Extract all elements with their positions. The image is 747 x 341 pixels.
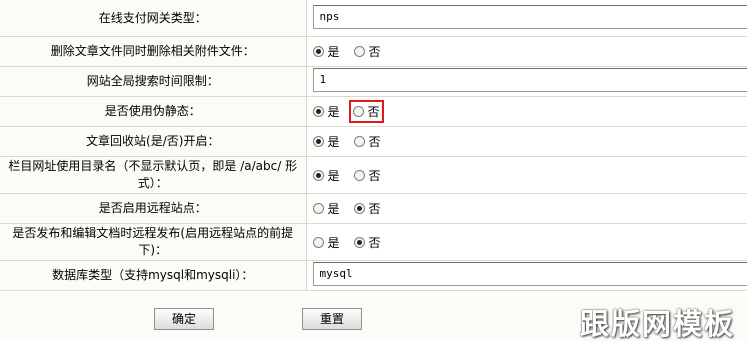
radio-button[interactable]	[352, 106, 364, 117]
remote-publish-no-option[interactable]: 否	[353, 234, 381, 251]
settings-row-search-time-limit: 网站全局搜索时间限制： 1	[0, 66, 747, 97]
pseudo-static-yes-option[interactable]: 是	[312, 103, 340, 120]
delete-attachments-no-option[interactable]: 否	[353, 43, 381, 60]
settings-row-remote-publish: 是否发布和编辑文档时远程发布(启用远程站点的前提下)： 是 否	[0, 223, 747, 261]
settings-page: 在线支付网关类型： nps 删除文章文件同时删除相关附件文件： 是 否 网站全局…	[0, 0, 747, 341]
radio-button[interactable]	[353, 236, 365, 248]
confirm-button[interactable]: 确定	[154, 308, 214, 330]
settings-row-payment-gateway: 在线支付网关类型： nps	[0, 0, 747, 37]
settings-row-database-type: 数据库类型（支持mysql和mysqli）： mysql	[0, 260, 747, 291]
remote-publish-yes-option[interactable]: 是	[312, 234, 340, 251]
directory-name-yes-option[interactable]: 是	[312, 167, 340, 184]
settings-label: 是否启用远程站点：	[0, 193, 307, 224]
recycle-bin-yes-option[interactable]: 是	[312, 133, 340, 150]
recycle-bin-radio-group: 是 否	[312, 133, 395, 150]
remote-site-radio-group: 是 否	[312, 200, 395, 217]
remote-site-no-option[interactable]: 否	[353, 200, 381, 217]
remote-site-yes-option[interactable]: 是	[312, 200, 340, 217]
database-type-input[interactable]: mysql	[312, 262, 747, 286]
delete-attachments-yes-option[interactable]: 是	[312, 43, 340, 60]
pseudo-static-radio-group: 是 否	[312, 100, 384, 123]
radio-button[interactable]	[312, 106, 324, 117]
remote-publish-radio-group: 是 否	[312, 234, 395, 251]
settings-row-recycle-bin: 文章回收站(是/否)开启： 是 否	[0, 126, 747, 157]
recycle-bin-no-option[interactable]: 否	[353, 133, 381, 150]
radio-button[interactable]	[312, 203, 324, 214]
radio-button[interactable]	[353, 203, 365, 214]
settings-row-remote-site: 是否启用远程站点： 是 否	[0, 193, 747, 224]
settings-row-delete-attachments: 删除文章文件同时删除相关附件文件： 是 否	[0, 36, 747, 67]
reset-button[interactable]: 重置	[302, 308, 362, 330]
highlight-box: 否	[348, 100, 384, 123]
settings-row-pseudo-static: 是否使用伪静态： 是 否	[0, 96, 747, 127]
watermark-logo: 跟版网模板	[579, 307, 735, 341]
settings-row-directory-name: 栏目网址使用目录名（不显示默认页，即是 /a/abc/ 形式）： 是 否	[0, 156, 747, 194]
radio-button[interactable]	[353, 46, 365, 57]
payment-gateway-input[interactable]: nps	[312, 4, 747, 29]
radio-button[interactable]	[353, 136, 365, 147]
settings-label: 数据库类型（支持mysql和mysqli）：	[0, 260, 307, 291]
directory-name-no-option[interactable]: 否	[353, 167, 381, 184]
settings-label: 是否使用伪静态：	[0, 96, 307, 127]
settings-label: 是否发布和编辑文档时远程发布(启用远程站点的前提下)：	[0, 223, 307, 261]
settings-table: 在线支付网关类型： nps 删除文章文件同时删除相关附件文件： 是 否 网站全局…	[0, 0, 747, 291]
directory-name-radio-group: 是 否	[312, 167, 395, 184]
settings-label: 在线支付网关类型：	[0, 0, 307, 37]
radio-button[interactable]	[312, 136, 324, 147]
radio-button[interactable]	[312, 169, 324, 181]
settings-label: 栏目网址使用目录名（不显示默认页，即是 /a/abc/ 形式）：	[0, 156, 307, 194]
settings-label: 删除文章文件同时删除相关附件文件：	[0, 36, 307, 67]
search-time-limit-input[interactable]: 1	[312, 68, 747, 92]
radio-button[interactable]	[312, 236, 324, 248]
pseudo-static-no-option[interactable]: 否	[352, 103, 380, 120]
settings-label: 网站全局搜索时间限制：	[0, 66, 307, 97]
delete-attachments-radio-group: 是 否	[312, 43, 395, 60]
settings-label: 文章回收站(是/否)开启：	[0, 126, 307, 157]
button-bar: 确定 重置 跟版网模板	[0, 295, 747, 341]
radio-button[interactable]	[312, 46, 324, 57]
radio-button[interactable]	[353, 169, 365, 181]
